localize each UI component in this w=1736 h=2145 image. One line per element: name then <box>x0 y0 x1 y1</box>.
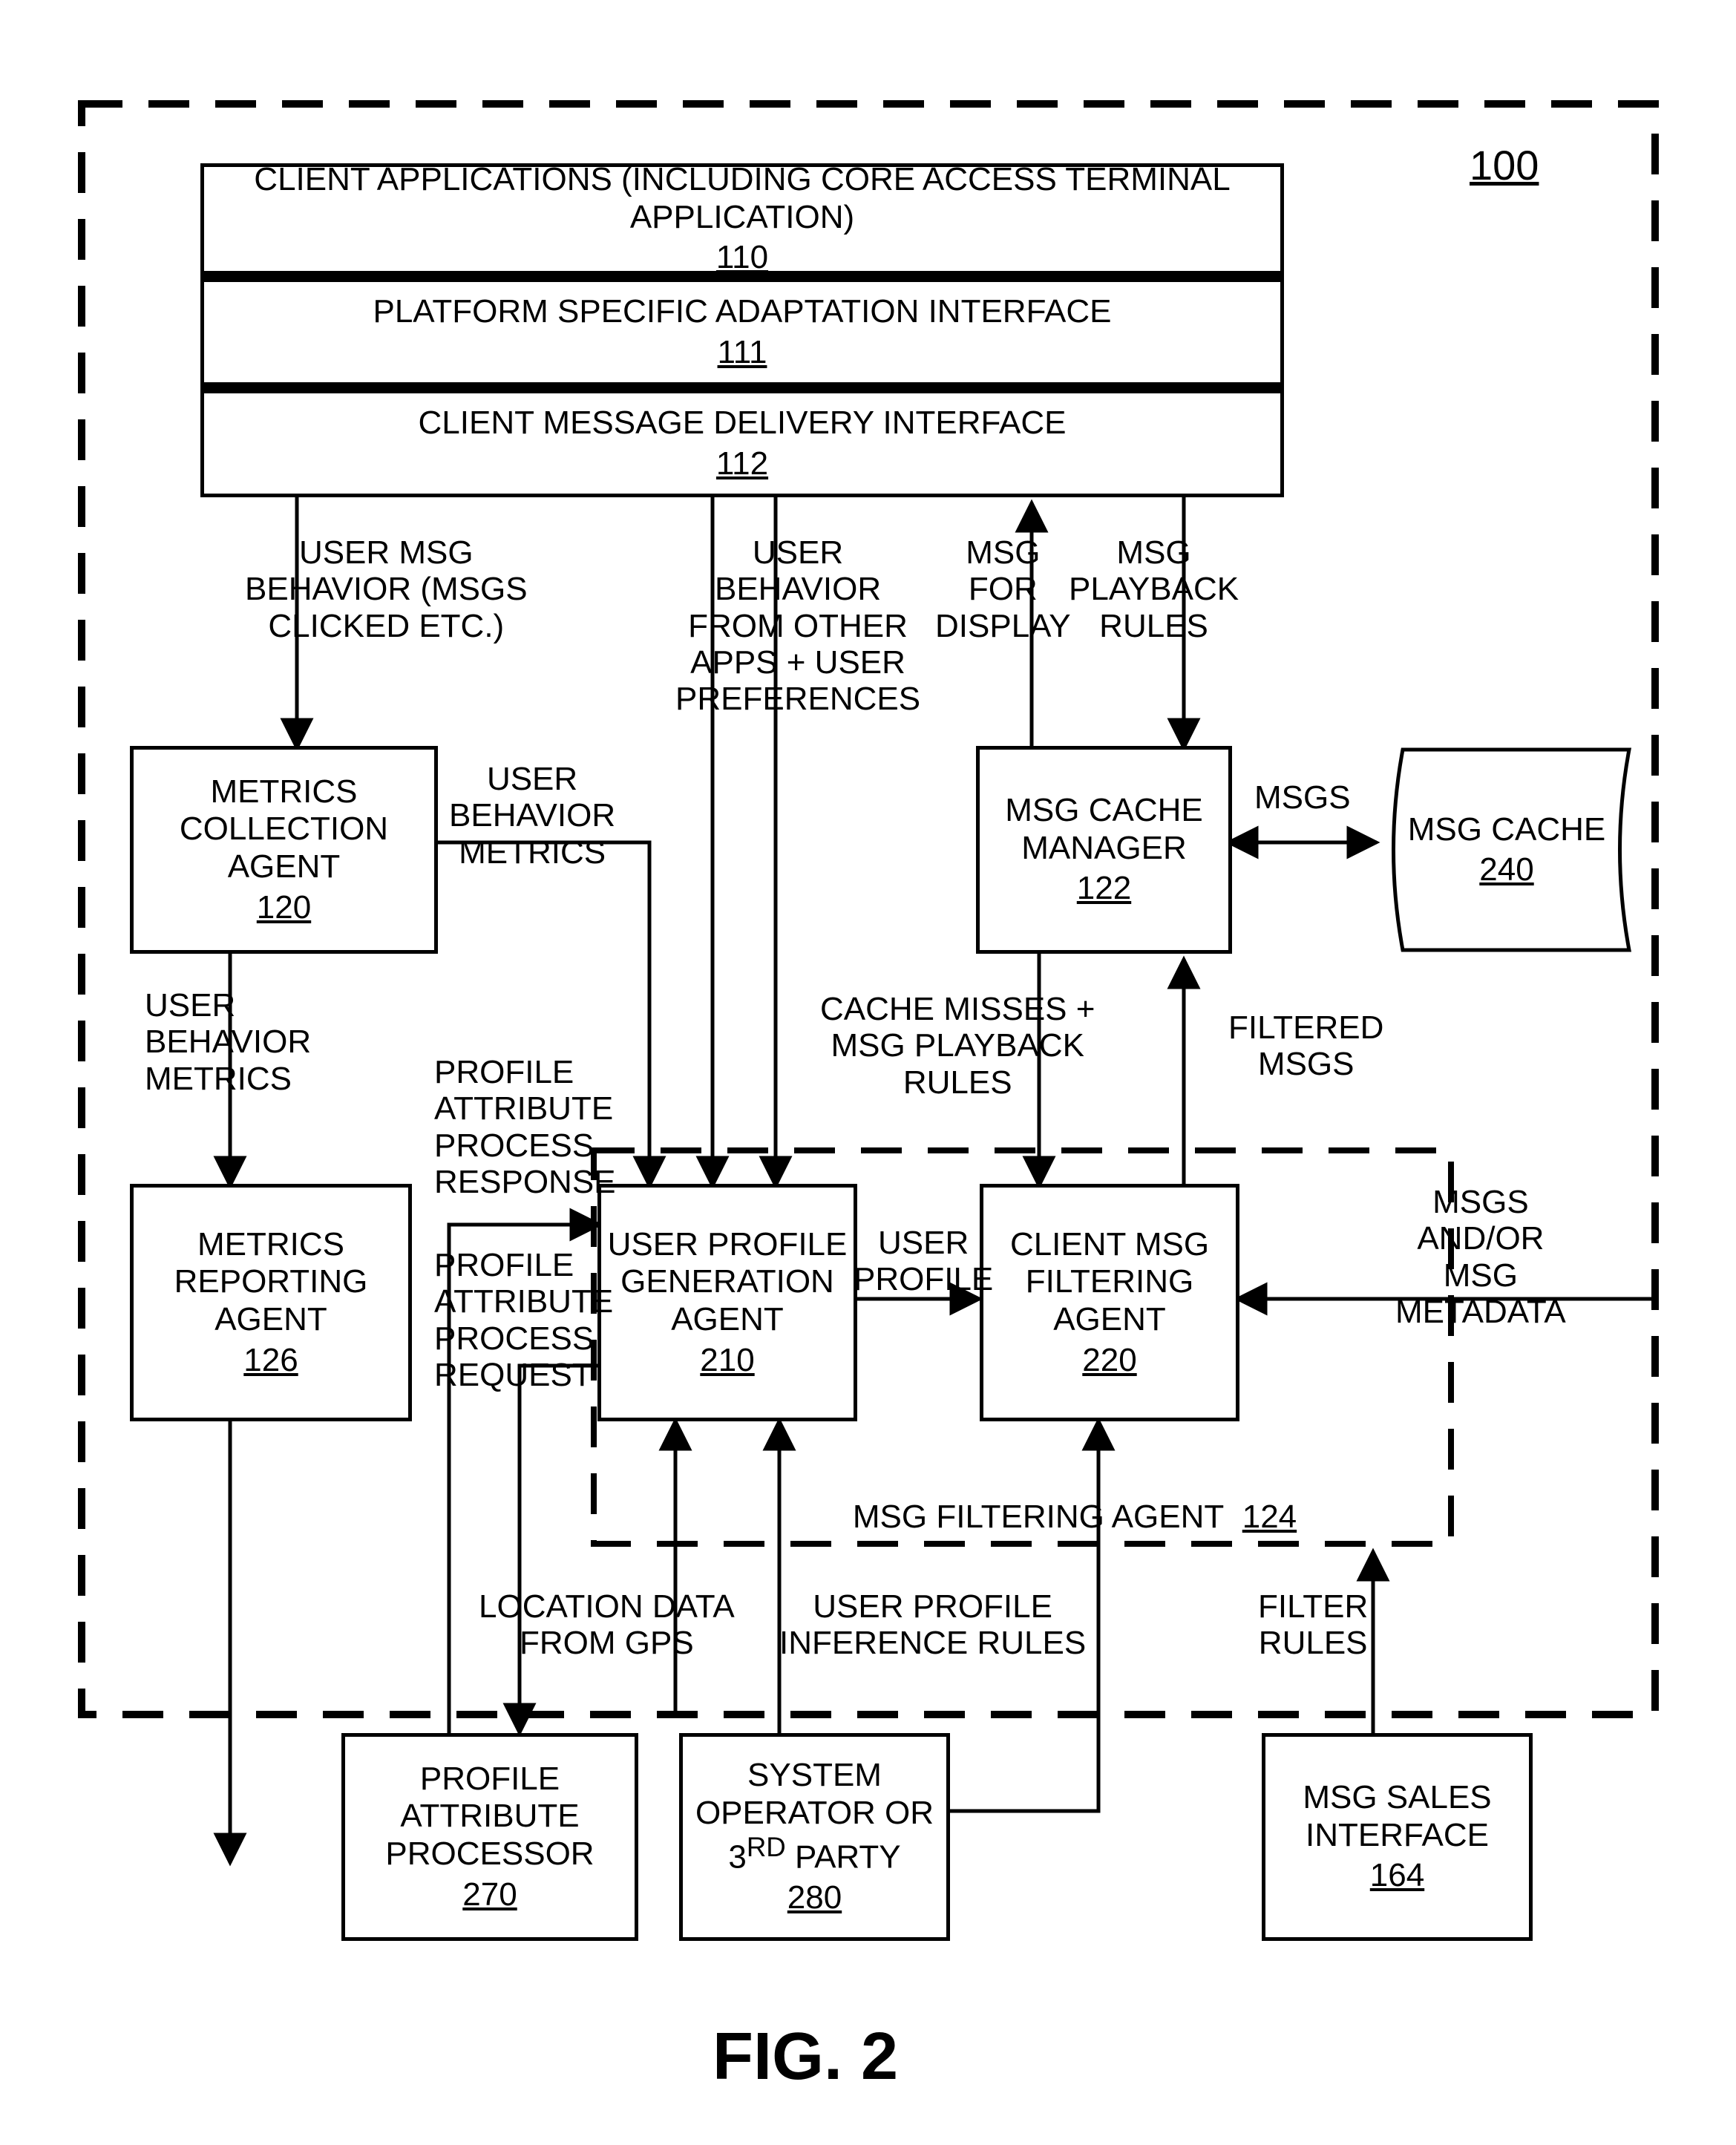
label-location-data: LOCATION DATA FROM GPS <box>479 1588 735 1662</box>
label-user-profile: USER PROFILE <box>854 1225 993 1298</box>
box-system-operator: SYSTEM OPERATOR OR 3RD PARTY 280 <box>679 1733 950 1941</box>
label-profile-attr-process-response: PROFILE ATTRIBUTE PROCESS RESPONSE <box>434 1054 616 1200</box>
diagram-canvas: 100 CLIENT APPLICATIONS (INCLUDING CORE … <box>30 30 1706 2115</box>
ref: 120 <box>257 889 311 927</box>
label: SYSTEM OPERATOR OR 3RD PARTY <box>687 1757 942 1876</box>
label: PROFILE ATTRIBUTE PROCESSOR <box>350 1761 630 1873</box>
box-msg-cache-manager: MSG CACHE MANAGER 122 <box>976 746 1232 954</box>
box-msg-sales-interface: MSG SALES INTERFACE 164 <box>1262 1733 1533 1941</box>
label: CLIENT APPLICATIONS (INCLUDING CORE ACCE… <box>209 161 1276 236</box>
label: MSG CACHE <box>1408 811 1605 848</box>
box-metrics-reporting-agent: METRICS REPORTING AGENT 126 <box>130 1184 412 1421</box>
ref: 111 <box>718 334 767 372</box>
label-user-behavior-metrics-1: USER BEHAVIOR METRICS <box>449 761 615 871</box>
ref: 126 <box>243 1342 298 1380</box>
box-user-profile-generation-agent: USER PROFILE GENERATION AGENT 210 <box>597 1184 857 1421</box>
label-cache-misses: CACHE MISSES + MSG PLAYBACK RULES <box>820 991 1095 1101</box>
label-profile-attr-process-request: PROFILE ATTRIBUTE PROCESS REQUEST <box>434 1247 613 1393</box>
ref: 270 <box>462 1876 517 1914</box>
box-client-msg-filtering-agent: CLIENT MSG FILTERING AGENT 220 <box>980 1184 1239 1421</box>
label: PLATFORM SPECIFIC ADAPTATION INTERFACE <box>373 293 1111 331</box>
ref: 210 <box>700 1342 754 1380</box>
label: METRICS REPORTING AGENT <box>138 1226 404 1339</box>
label: MSG SALES INTERFACE <box>1270 1779 1524 1854</box>
box-client-message-delivery: CLIENT MESSAGE DELIVERY INTERFACE 112 <box>200 386 1284 497</box>
label-user-behavior-prefs: USER BEHAVIOR FROM OTHER APPS + USER PRE… <box>675 534 920 717</box>
label: CLIENT MESSAGE DELIVERY INTERFACE <box>419 405 1067 442</box>
ref: 112 <box>716 445 768 483</box>
label-user-profile-inference-rules: USER PROFILE INFERENCE RULES <box>779 1588 1086 1662</box>
box-metrics-collection-agent: METRICS COLLECTION AGENT 120 <box>130 746 438 954</box>
ref: 122 <box>1077 870 1131 908</box>
ref: 280 <box>787 1879 842 1917</box>
box-profile-attribute-processor: PROFILE ATTRIBUTE PROCESSOR 270 <box>341 1733 638 1941</box>
label-msg-playback-rules: MSG PLAYBACK RULES <box>1069 534 1239 644</box>
ref: 164 <box>1370 1857 1424 1895</box>
label-filtered-msgs: FILTERED MSGS <box>1228 1009 1383 1083</box>
box-client-applications: CLIENT APPLICATIONS (INCLUDING CORE ACCE… <box>200 163 1284 275</box>
label-msg-for-display: MSG FOR DISPLAY <box>935 534 1071 644</box>
box-platform-interface: PLATFORM SPECIFIC ADAPTATION INTERFACE 1… <box>200 275 1284 386</box>
label-user-msg-behavior: USER MSG BEHAVIOR (MSGS CLICKED ETC.) <box>245 534 528 644</box>
label-msgs-metadata: MSGS AND/OR MSG METADATA <box>1395 1184 1566 1330</box>
label: METRICS COLLECTION AGENT <box>138 773 430 886</box>
label: MSG CACHE MANAGER <box>984 792 1224 867</box>
ref-100: 100 <box>1470 141 1539 189</box>
label: CLIENT MSG FILTERING AGENT <box>988 1226 1231 1339</box>
figure-caption: FIG. 2 <box>713 2019 898 2095</box>
label-user-behavior-metrics-2: USER BEHAVIOR METRICS <box>145 987 311 1097</box>
label: USER PROFILE GENERATION AGENT <box>606 1226 849 1339</box>
label-msg-filtering-agent-124: MSG FILTERING AGENT 124 <box>816 1462 1297 1572</box>
box-msg-cache: MSG CACHE 240 <box>1380 746 1633 954</box>
ref: 110 <box>716 239 768 277</box>
label-msgs: MSGS <box>1254 779 1351 816</box>
label-filter-rules: FILTER RULES <box>1258 1588 1368 1662</box>
ref: 220 <box>1082 1342 1136 1380</box>
ref: 240 <box>1479 851 1533 888</box>
